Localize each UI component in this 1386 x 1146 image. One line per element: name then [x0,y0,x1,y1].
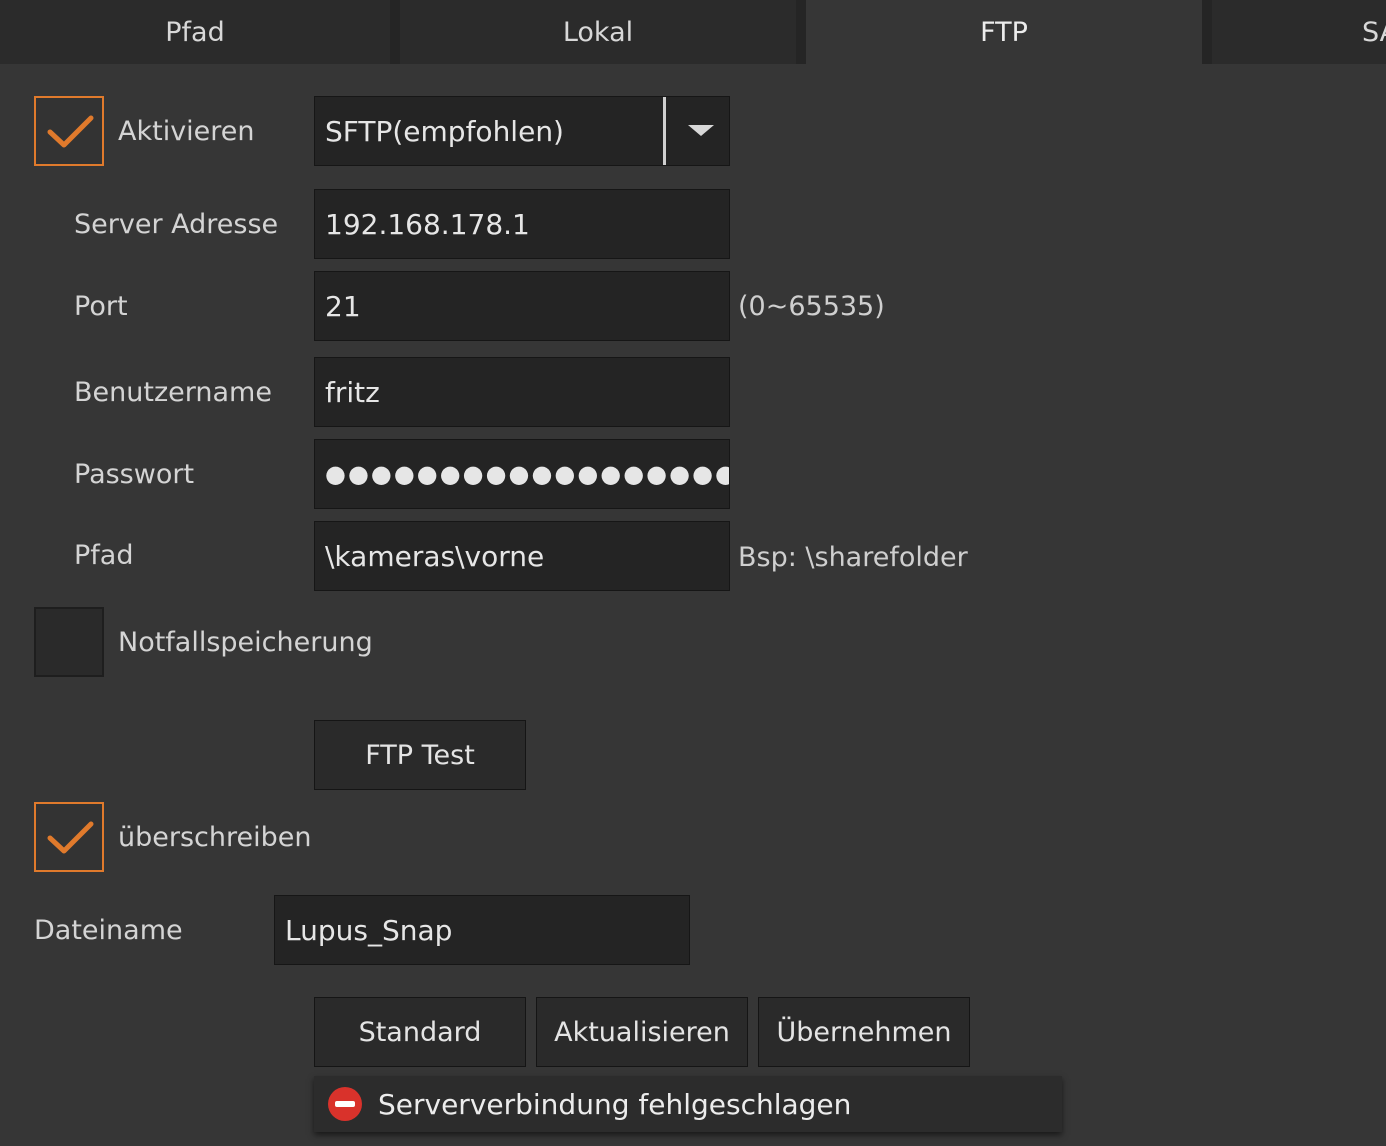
standard-button[interactable]: Standard [314,997,526,1067]
enable-label: Aktivieren [118,116,255,147]
tab-bar: Pfad Lokal FTP SA [0,0,1386,64]
port-value: 21 [325,289,361,323]
tab-pfad[interactable]: Pfad [0,0,390,64]
tab-lokal[interactable]: Lokal [400,0,796,64]
error-toast: Serververbindung fehlgeschlagen [314,1076,1062,1132]
checkmark-icon [47,115,94,148]
server-address-value: 192.168.178.1 [325,207,530,241]
apply-button[interactable]: Übernehmen [758,997,970,1067]
filename-value: Lupus_Snap [285,913,453,947]
path-value: \kameras\vorne [325,539,545,573]
overwrite-label: überschreiben [118,822,312,853]
overwrite-checkbox[interactable] [34,802,104,872]
refresh-button[interactable]: Aktualisieren [536,997,748,1067]
password-label: Passwort [74,459,195,490]
filename-input[interactable]: Lupus_Snap [274,895,690,965]
password-value: ●●●●●●●●●●●●●●●●●●●● [325,460,729,488]
port-input[interactable]: 21 [314,271,730,341]
ftp-test-button[interactable]: FTP Test [314,720,526,790]
username-value: fritz [325,375,380,409]
username-label: Benutzername [74,377,272,408]
checkmark-icon [47,821,94,854]
port-range-hint: (0~65535) [738,291,885,322]
error-icon [328,1087,362,1121]
select-caret[interactable] [663,97,729,165]
tab-divider [1202,0,1212,64]
protocol-value: SFTP(empfohlen) [325,114,564,148]
path-input[interactable]: \kameras\vorne [314,521,730,591]
ftp-settings-page: Pfad Lokal FTP SA Aktivieren SFTP(empfoh… [0,0,1386,1146]
filename-label: Dateiname [34,915,183,946]
tab-ftp[interactable]: FTP [806,0,1202,64]
server-address-label: Server Adresse [74,209,279,240]
path-label: Pfad [74,540,134,571]
port-label: Port [74,291,128,322]
error-message: Serververbindung fehlgeschlagen [378,1087,852,1121]
password-input[interactable]: ●●●●●●●●●●●●●●●●●●●● [314,439,730,509]
protocol-select[interactable]: SFTP(empfohlen) [314,96,730,166]
emergency-storage-checkbox[interactable] [34,607,104,677]
tab-divider [390,0,400,64]
enable-checkbox[interactable] [34,96,104,166]
chevron-down-icon [688,125,714,136]
path-example-hint: Bsp: \sharefolder [738,542,968,573]
tab-sa[interactable]: SA [1212,0,1386,64]
tab-divider [796,0,806,64]
username-input[interactable]: fritz [314,357,730,427]
server-address-input[interactable]: 192.168.178.1 [314,189,730,259]
emergency-storage-label: Notfallspeicherung [118,627,373,658]
